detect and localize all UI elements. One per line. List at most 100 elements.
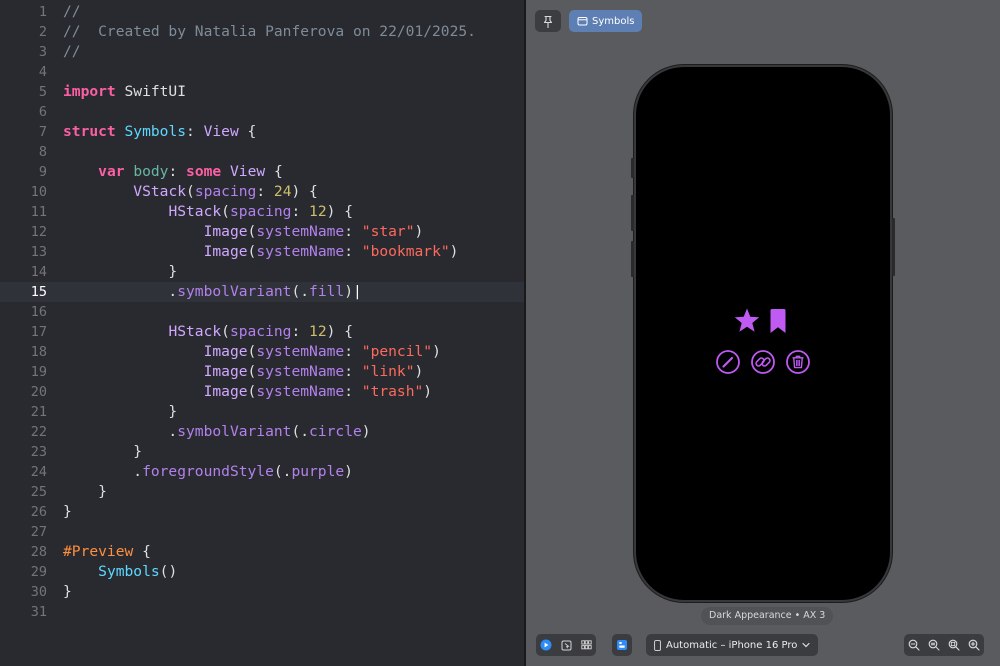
volume-down-button — [631, 241, 634, 277]
code-token: ) — [344, 463, 353, 480]
code-token: // Created by Natalia Panferova on 22/01… — [63, 23, 476, 40]
code-token: ( — [247, 383, 257, 400]
code-line[interactable]: 7 struct Symbols: View { — [0, 122, 524, 142]
code-line[interactable]: 24 .foregroundStyle(.purple) — [0, 462, 524, 482]
zoom-toolbar — [904, 634, 984, 656]
code-token: Image — [203, 223, 248, 240]
preview-tab-symbols[interactable]: Symbols — [569, 10, 643, 32]
code-line[interactable]: 25 } — [0, 482, 524, 502]
code-text: .symbolVariant(.circle) — [63, 422, 370, 442]
pin-icon — [543, 15, 553, 28]
code-line[interactable]: 16 — [0, 302, 524, 322]
code-token: } — [63, 503, 72, 520]
zoom-actual-size-button[interactable] — [924, 634, 944, 656]
variants-button[interactable] — [576, 634, 596, 656]
code-line[interactable]: 6 — [0, 102, 524, 122]
line-number: 19 — [30, 364, 47, 380]
code-editor[interactable]: 1 // 2 // Created by Natalia Panferova on 2… — [0, 0, 524, 666]
code-line[interactable]: 10 VStack(spacing: 24) { — [0, 182, 524, 202]
code-line[interactable]: 31 — [0, 602, 524, 622]
star-fill-icon — [734, 308, 760, 332]
code-token: symbolVariant — [177, 423, 292, 440]
code-line[interactable]: 28 #Preview { — [0, 542, 524, 562]
code-token: . — [63, 423, 178, 440]
code-token: . — [63, 283, 178, 300]
zoom-out-button[interactable] — [904, 634, 924, 656]
code-line[interactable]: 2 // Created by Natalia Panferova on 22/0… — [0, 22, 524, 42]
code-line[interactable]: 3 // — [0, 42, 524, 62]
code-line[interactable]: 30} — [0, 582, 524, 602]
code-token: 12 — [309, 323, 327, 340]
zoom-to-fit-button[interactable] — [944, 634, 964, 656]
code-text: } — [63, 402, 177, 422]
code-line[interactable]: 22 .symbolVariant(.circle) — [0, 422, 524, 442]
code-token: some — [186, 163, 222, 180]
live-mode-button[interactable] — [536, 634, 556, 656]
line-number: 24 — [30, 464, 47, 480]
code-line[interactable]: 8 — [0, 142, 524, 162]
preview-appearance-label: Dark Appearance • AX 3 — [701, 607, 834, 625]
line-number: 10 — [30, 184, 47, 200]
code-line[interactable]: 9 var body: some View { — [0, 162, 524, 182]
code-line[interactable]: 21 } — [0, 402, 524, 422]
line-number: 30 — [30, 584, 47, 600]
device-settings-button[interactable] — [612, 634, 632, 656]
code-token: Symbols — [98, 563, 160, 580]
code-token: ) { — [326, 203, 353, 220]
code-token: } — [63, 403, 178, 420]
pencil-circle-icon — [716, 350, 740, 374]
line-number: 21 — [30, 404, 47, 420]
code-line[interactable]: 15 .symbolVariant(.fill)| — [0, 282, 524, 302]
code-token: systemName — [256, 223, 345, 240]
code-token: symbolVariant — [177, 283, 292, 300]
code-text: .foregroundStyle(.purple) — [63, 462, 353, 482]
line-number: 8 — [38, 144, 47, 160]
device-selector[interactable]: Automatic – iPhone 16 Pro — [646, 634, 819, 656]
code-token: systemName — [256, 383, 345, 400]
selectable-icon — [561, 640, 571, 650]
code-line[interactable]: 29 Symbols() — [0, 562, 524, 582]
code-line[interactable]: 1 // — [0, 2, 524, 22]
preview-mode-toolbar — [536, 634, 596, 656]
code-line[interactable]: 5 import SwiftUI — [0, 82, 524, 102]
code-line[interactable]: 27 — [0, 522, 524, 542]
selectable-mode-button[interactable] — [556, 634, 576, 656]
code-line[interactable]: 14 } — [0, 262, 524, 282]
code-text: // — [63, 42, 81, 62]
code-line[interactable]: 19 Image(systemName: "link") — [0, 362, 524, 382]
code-line[interactable]: 26} — [0, 502, 524, 522]
iphone-icon — [654, 639, 661, 651]
code-text: import SwiftUI — [63, 82, 186, 102]
line-number: 17 — [30, 324, 47, 340]
code-token: Symbols — [124, 123, 187, 140]
code-line[interactable]: 23 } — [0, 442, 524, 462]
line-number: 26 — [30, 504, 47, 520]
zoom-in-button[interactable] — [964, 634, 984, 656]
code-line[interactable]: 4 — [0, 62, 524, 82]
variants-grid-icon — [580, 640, 592, 650]
code-token: import — [63, 83, 116, 100]
code-text: } — [63, 442, 142, 462]
code-line[interactable]: 17 HStack(spacing: 12) { — [0, 322, 524, 342]
pin-preview-button[interactable] — [535, 10, 561, 32]
code-line[interactable]: 13 Image(systemName: "bookmark") — [0, 242, 524, 262]
line-number: 28 — [30, 544, 47, 560]
line-number: 23 — [30, 444, 47, 460]
line-number: 20 — [30, 384, 47, 400]
code-token: Image — [203, 363, 248, 380]
code-line[interactable]: 12 Image(systemName: "star") — [0, 222, 524, 242]
code-line[interactable]: 11 HStack(spacing: 12) { — [0, 202, 524, 222]
code-token: { — [238, 123, 257, 140]
symbols-row-circle — [716, 350, 810, 374]
code-text: } — [63, 262, 177, 282]
code-line[interactable]: 18 Image(systemName: "pencil") — [0, 342, 524, 362]
code-line[interactable]: 20 Image(systemName: "trash") — [0, 382, 524, 402]
code-token: var — [98, 163, 125, 180]
